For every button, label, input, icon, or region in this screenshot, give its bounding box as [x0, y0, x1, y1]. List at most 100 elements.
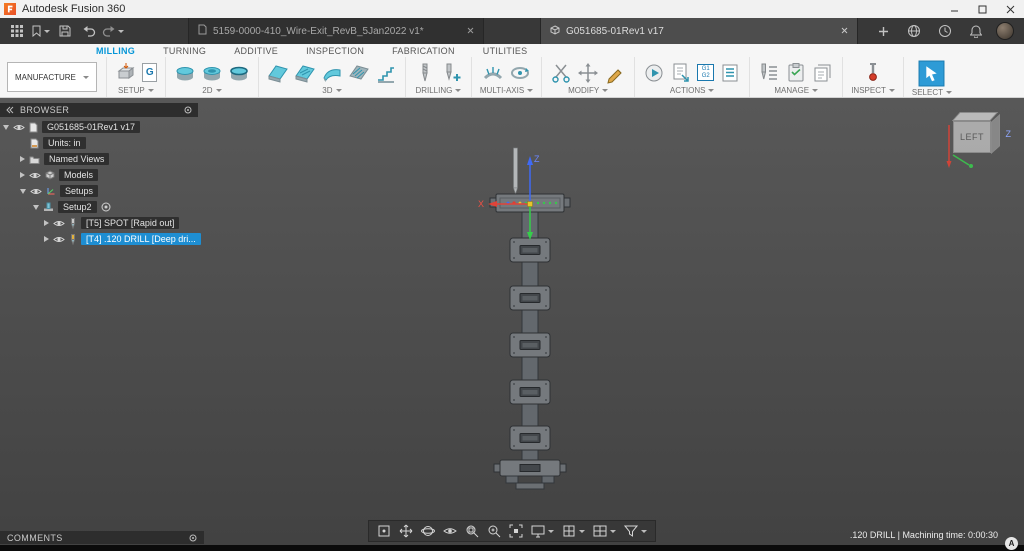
- 2d-contour-icon[interactable]: [228, 62, 250, 84]
- drill-icon[interactable]: [414, 62, 436, 84]
- tab-fabrication[interactable]: FABRICATION: [378, 46, 469, 56]
- job-status-icon[interactable]: [934, 21, 956, 41]
- gcode-document-icon[interactable]: G: [142, 63, 157, 82]
- visibility-eye-icon[interactable]: [29, 171, 41, 180]
- group-dropdown-modify[interactable]: MODIFY: [550, 85, 626, 95]
- group-dropdown-manage[interactable]: MANAGE: [758, 85, 834, 95]
- visibility-eye-icon[interactable]: [30, 187, 42, 196]
- add-tab-button[interactable]: [872, 21, 894, 41]
- tool-library-icon[interactable]: [758, 62, 780, 84]
- tree-item-setups[interactable]: Setups: [0, 183, 201, 199]
- group-dropdown-actions[interactable]: ACTIONS: [643, 85, 741, 95]
- group-dropdown-drilling[interactable]: DRILLING: [414, 85, 463, 95]
- tree-item-setup2[interactable]: Setup2: [0, 199, 201, 215]
- browser-display-settings-icon[interactable]: [184, 106, 192, 114]
- tree-item-label[interactable]: G051685-01Rev1 v17: [42, 121, 140, 133]
- browser-panel-header[interactable]: BROWSER: [0, 103, 198, 117]
- expand-arrow-icon[interactable]: [20, 172, 25, 178]
- minimize-button[interactable]: [940, 0, 968, 18]
- rotary-icon[interactable]: [509, 62, 531, 84]
- pocket-clearing-icon[interactable]: [294, 62, 316, 84]
- viewport-canvas[interactable]: BROWSER G051685-01Rev1 v17 Units: in Nam…: [0, 98, 1024, 545]
- active-setup-target-icon[interactable]: [101, 202, 111, 212]
- tab-additive[interactable]: ADDITIVE: [220, 46, 292, 56]
- tab-milling[interactable]: MILLING: [82, 46, 149, 56]
- expand-arrow-icon[interactable]: [44, 220, 49, 226]
- g1g2-post-icon[interactable]: G1 G2: [697, 64, 714, 81]
- visibility-eye-icon[interactable]: [53, 235, 65, 244]
- tree-item-label[interactable]: [T4] .120 DRILL [Deep dri...: [81, 233, 201, 245]
- tree-item-operation-t5[interactable]: [T5] SPOT [Rapid out]: [0, 215, 201, 231]
- group-dropdown-2d[interactable]: 2D: [174, 85, 250, 95]
- viewcube-front-face[interactable]: LEFT: [953, 121, 991, 153]
- comments-bar[interactable]: COMMENTS: [0, 531, 204, 544]
- tab-inspection[interactable]: INSPECTION: [292, 46, 378, 56]
- tree-item-document-root[interactable]: G051685-01Rev1 v17: [0, 119, 201, 135]
- avatar[interactable]: [996, 22, 1014, 40]
- tree-item-units[interactable]: Units: in: [0, 135, 201, 151]
- fit-icon[interactable]: [506, 523, 526, 539]
- transform-toolpath-icon[interactable]: [577, 62, 599, 84]
- expand-arrow-icon[interactable]: [44, 236, 49, 242]
- viewcube-top-face[interactable]: [952, 112, 998, 121]
- group-dropdown-3d[interactable]: 3D: [267, 85, 397, 95]
- probe-icon[interactable]: [862, 62, 884, 84]
- model-3d-part[interactable]: Z X: [470, 146, 590, 506]
- swarf-icon[interactable]: [482, 62, 504, 84]
- tree-item-label[interactable]: Models: [59, 169, 98, 181]
- data-panel-toggle-icon[interactable]: [6, 21, 28, 41]
- new-setup-icon[interactable]: [115, 62, 137, 84]
- workspace-selector[interactable]: MANUFACTURE: [7, 62, 97, 92]
- viewcube[interactable]: LEFT Z: [935, 107, 1011, 173]
- window-selection-icon[interactable]: [918, 60, 945, 87]
- orbit-icon[interactable]: [418, 523, 438, 539]
- trim-toolpath-icon[interactable]: [550, 62, 572, 84]
- selection-filter-icon[interactable]: [621, 523, 650, 539]
- tree-item-label[interactable]: Setups: [60, 185, 98, 197]
- parallel-icon[interactable]: [348, 62, 370, 84]
- tree-item-label[interactable]: [T5] SPOT [Rapid out]: [81, 217, 179, 229]
- bookmark-icon[interactable]: [30, 21, 52, 41]
- bore-icon[interactable]: [441, 62, 463, 84]
- close-button[interactable]: [996, 0, 1024, 18]
- tree-item-operation-t4[interactable]: [T4] .120 DRILL [Deep dri...: [0, 231, 201, 247]
- viewcube-right-face[interactable]: [991, 114, 1000, 154]
- zoom-window-icon[interactable]: [462, 523, 482, 539]
- nc-program-list-icon[interactable]: [719, 62, 741, 84]
- visibility-eye-icon[interactable]: [13, 123, 25, 132]
- adaptive-clearing-icon[interactable]: [267, 62, 289, 84]
- group-dropdown-multiaxis[interactable]: MULTI-AXIS: [480, 85, 533, 95]
- tree-item-named-views[interactable]: Named Views: [0, 151, 201, 167]
- pan-icon[interactable]: [396, 523, 416, 539]
- expand-arrow-icon[interactable]: [20, 156, 25, 162]
- collapse-panel-icon[interactable]: [6, 106, 14, 114]
- grid-settings-icon[interactable]: [559, 523, 588, 539]
- 2d-pocket-icon[interactable]: [201, 62, 223, 84]
- maximize-button[interactable]: [968, 0, 996, 18]
- expand-arrow-icon[interactable]: [20, 189, 26, 194]
- viewports-icon[interactable]: [590, 523, 619, 539]
- close-tab-icon[interactable]: [841, 26, 848, 37]
- document-tab-inactive[interactable]: 5159-0000-410_Wire-Exit_RevB_5Jan2022 v1…: [188, 18, 484, 44]
- look-at-icon[interactable]: [440, 523, 460, 539]
- group-dropdown-inspect[interactable]: INSPECT: [851, 85, 895, 95]
- assistant-button[interactable]: A: [1005, 537, 1018, 550]
- notifications-bell-icon[interactable]: [965, 21, 987, 41]
- visibility-eye-icon[interactable]: [53, 219, 65, 228]
- tree-item-models[interactable]: Models: [0, 167, 201, 183]
- tree-item-label[interactable]: Units: in: [43, 137, 86, 149]
- group-dropdown-setup[interactable]: SETUP: [115, 85, 157, 95]
- contour-steps-icon[interactable]: [375, 62, 397, 84]
- templates-icon[interactable]: [812, 62, 834, 84]
- simulate-icon[interactable]: [643, 62, 665, 84]
- document-tab-active[interactable]: G051685-01Rev1 v17: [540, 18, 858, 44]
- display-settings-icon[interactable]: [528, 523, 557, 539]
- expand-arrow-icon[interactable]: [3, 125, 9, 130]
- undo-icon[interactable]: [78, 21, 100, 41]
- marking-menu-icon[interactable]: [374, 523, 394, 539]
- tree-item-label[interactable]: Named Views: [44, 153, 109, 165]
- expand-arrow-icon[interactable]: [33, 205, 39, 210]
- save-icon[interactable]: [54, 21, 76, 41]
- task-manager-icon[interactable]: [785, 62, 807, 84]
- tab-turning[interactable]: TURNING: [149, 46, 220, 56]
